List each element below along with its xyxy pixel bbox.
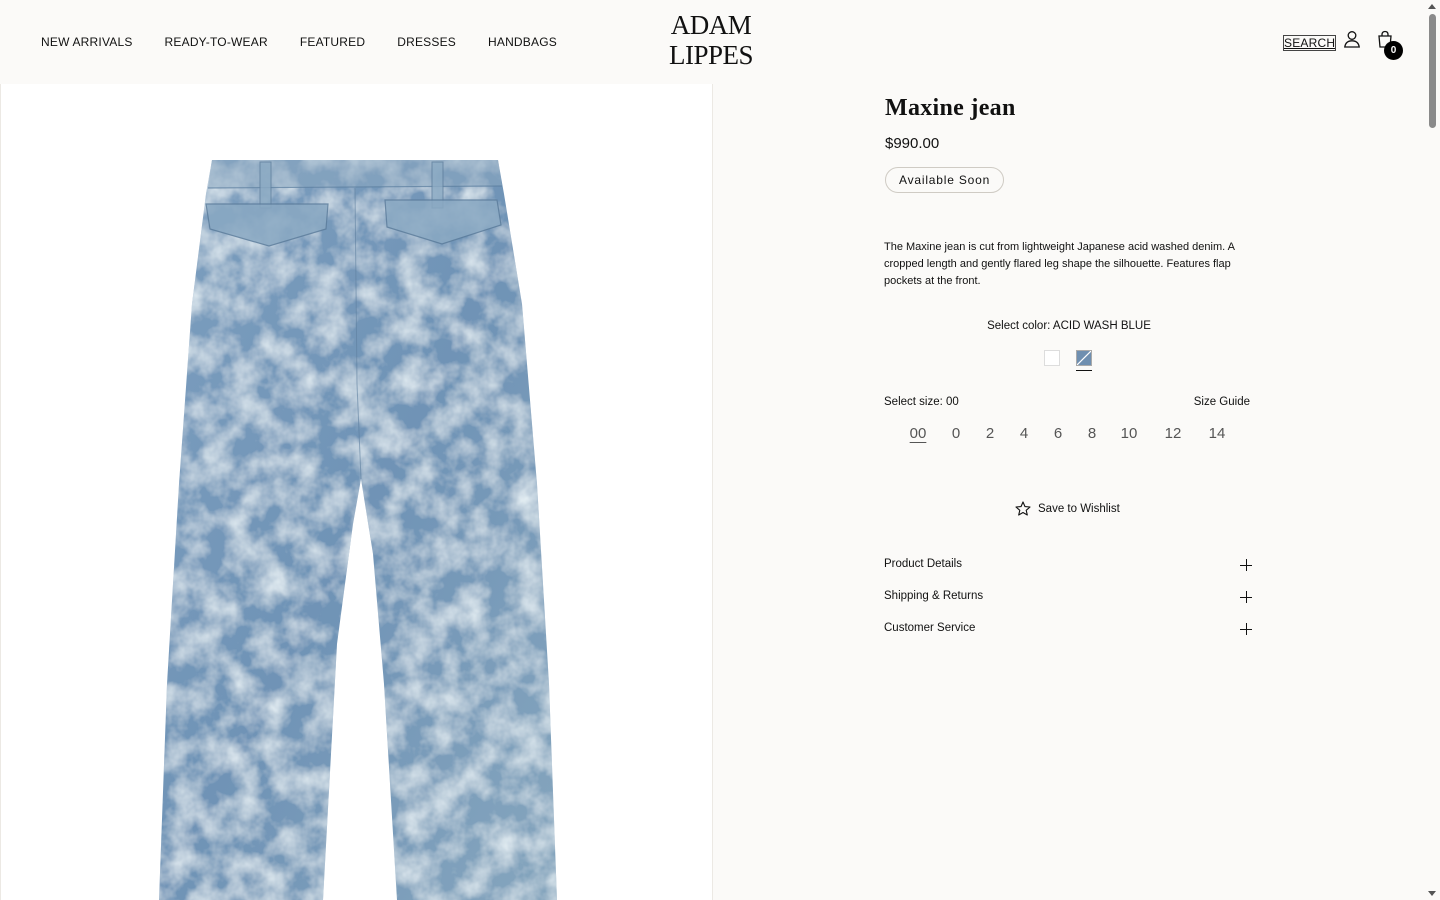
wishlist-label: Save to Wishlist: [1038, 502, 1120, 515]
page-scrollbar[interactable]: [1425, 0, 1440, 900]
account-icon[interactable]: [1343, 30, 1361, 48]
plus-icon: [1240, 623, 1252, 635]
color-swatches: [1044, 350, 1092, 371]
accordion-label: Product Details: [884, 558, 962, 570]
logo-line-1: ADAM: [670, 10, 752, 40]
swatch-acid-wash-blue[interactable]: [1076, 350, 1092, 371]
size-option[interactable]: 0: [945, 425, 967, 442]
size-option[interactable]: 10: [1117, 425, 1141, 442]
search-link[interactable]: SEARCH: [1282, 35, 1337, 51]
save-to-wishlist-button[interactable]: Save to Wishlist: [1015, 501, 1120, 516]
logo-line-2: LIPPES: [668, 40, 754, 70]
scroll-up-arrow-icon[interactable]: [1428, 4, 1436, 9]
swatch-acid-wash-blue-fill: [1076, 350, 1092, 366]
scroll-thumb[interactable]: [1429, 14, 1436, 128]
size-option[interactable]: 8: [1081, 425, 1103, 442]
jeans-shape: [159, 160, 557, 900]
nav-dresses[interactable]: DRESSES: [397, 35, 456, 49]
size-option[interactable]: 6: [1047, 425, 1069, 442]
accordion-product-details[interactable]: Product Details: [884, 558, 1254, 578]
scroll-down-arrow-icon[interactable]: [1428, 891, 1436, 896]
product-image[interactable]: [0, 84, 713, 900]
size-option[interactable]: 2: [979, 425, 1001, 442]
size-label: Select size: 00: [884, 396, 959, 408]
brand-logo[interactable]: ADAM LIPPES: [640, 10, 782, 70]
swatch-white[interactable]: [1044, 350, 1060, 366]
availability-badge: Available Soon: [885, 167, 1005, 193]
nav-handbags[interactable]: HANDBAGS: [488, 35, 557, 49]
accordion-label: Customer Service: [884, 622, 976, 634]
nav-new-arrivals[interactable]: NEW ARRIVALS: [41, 35, 133, 49]
size-option[interactable]: 12: [1161, 425, 1185, 442]
accordion-label: Shipping & Returns: [884, 590, 984, 602]
site-header: NEW ARRIVALS READY-TO-WEAR FEATURED DRES…: [0, 0, 1425, 84]
size-option[interactable]: 14: [1205, 425, 1229, 442]
main-nav: NEW ARRIVALS READY-TO-WEAR FEATURED DRES…: [41, 35, 589, 49]
product-title: Maxine jean: [885, 95, 1016, 121]
jeans-image: [159, 160, 557, 900]
plus-icon: [1240, 559, 1252, 571]
accordion-shipping-returns[interactable]: Shipping & Returns: [884, 590, 1254, 610]
star-icon: [1015, 501, 1031, 516]
plus-icon: [1240, 591, 1252, 603]
nav-featured[interactable]: FEATURED: [300, 35, 365, 49]
product-price: $990.00: [885, 135, 940, 152]
cart-count-badge: 0: [1384, 41, 1403, 60]
accordion-customer-service[interactable]: Customer Service: [884, 622, 1254, 642]
color-label: Select color: ACID WASH BLUE: [987, 320, 1151, 332]
size-guide-link[interactable]: Size Guide: [1194, 396, 1250, 408]
size-options: 00 0 2 4 6 8 10 12 14: [907, 425, 1229, 442]
product-description: The Maxine jean is cut from lightweight …: [884, 241, 1235, 287]
size-option[interactable]: 00: [907, 425, 929, 442]
nav-ready-to-wear[interactable]: READY-TO-WEAR: [165, 35, 268, 49]
size-option[interactable]: 4: [1013, 425, 1035, 442]
